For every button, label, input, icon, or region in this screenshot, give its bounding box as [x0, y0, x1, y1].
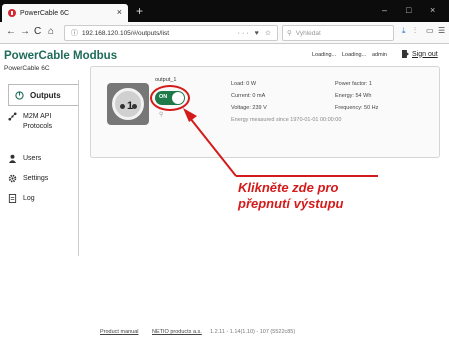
- url-text: 192.168.120.105/#/outputs/list: [82, 29, 170, 37]
- reload-button[interactable]: C: [34, 26, 41, 37]
- power-factor-value: Power factor: 1: [335, 81, 372, 87]
- annotation-line-2: přepnutí výstupu: [238, 196, 344, 211]
- socket-icon[interactable]: 1: [107, 83, 149, 125]
- power-icon: [15, 90, 24, 100]
- version-info: 1.2.11 - 1.14(1.10) - 107 (5522c85): [210, 329, 296, 335]
- home-button[interactable]: ⌂: [48, 26, 54, 37]
- maximize-button[interactable]: □: [406, 5, 411, 15]
- nodes-icon: [8, 112, 17, 121]
- browser-tab[interactable]: PowerCable 6C ×: [2, 4, 128, 22]
- product-manual-link[interactable]: Product manual: [100, 329, 139, 335]
- sidebar-item-log[interactable]: Log: [8, 194, 80, 203]
- menu-icon[interactable]: ☰: [438, 26, 445, 35]
- sidebar-item-outputs[interactable]: Outputs: [8, 84, 78, 106]
- annotation-line-1: Klikněte zde pro: [238, 180, 339, 195]
- navigation-bar: ← → C ⌂ ⓘ 192.168.120.105/#/outputs/list…: [0, 22, 449, 44]
- sidebar-item-label: Settings: [23, 175, 49, 182]
- sign-out-label: Sign out: [412, 50, 438, 58]
- search-placeholder: Vyhledat: [295, 29, 321, 37]
- new-tab-button[interactable]: +: [136, 4, 143, 18]
- window-close-button[interactable]: ×: [430, 5, 435, 15]
- users-icon: [8, 154, 17, 163]
- sidebar: Outputs M2M API Protocols Users Settings…: [0, 80, 82, 320]
- current-value: Current: 0 mA: [231, 93, 266, 99]
- address-bar[interactable]: ⓘ 192.168.120.105/#/outputs/list ··· ♥ ☆: [64, 25, 278, 41]
- tab-close-button[interactable]: ×: [117, 7, 122, 17]
- device-model: PowerCable 6C: [4, 65, 50, 72]
- search-input[interactable]: ⚲ Vyhledat: [282, 25, 394, 41]
- sign-out-icon: [402, 50, 409, 58]
- tab-strip: PowerCable 6C × + – □ ×: [0, 0, 449, 22]
- brand-title: PowerCable Modbus: [4, 50, 118, 62]
- frequency-value: Frequency: 50 Hz: [335, 105, 379, 111]
- forward-button[interactable]: →: [20, 26, 30, 37]
- tab-title: PowerCable 6C: [20, 9, 70, 17]
- output-name: output_1: [155, 77, 177, 83]
- socket-number: 1: [127, 100, 134, 112]
- sidebar-item-m2m-api[interactable]: M2M API Protocols: [8, 112, 80, 132]
- sidebar-item-settings[interactable]: Settings: [8, 174, 80, 183]
- schedule-icon[interactable]: ⚲: [159, 111, 163, 118]
- highlight-ring: [150, 85, 190, 111]
- sidebar-item-label: M2M API Protocols: [23, 113, 53, 130]
- sidebar-item-label: Users: [23, 155, 42, 162]
- download-icon[interactable]: ⤓: [402, 26, 406, 36]
- energy-value: Energy: 54 Wh: [335, 93, 372, 99]
- back-button[interactable]: ←: [6, 26, 16, 37]
- app-page: PowerCable Modbus PowerCable 6C Loading.…: [0, 44, 449, 345]
- power-favicon-icon: [8, 9, 16, 17]
- library-icon[interactable]: ⫶: [414, 26, 416, 36]
- sidebar-icon[interactable]: ▭: [426, 26, 434, 35]
- annotation-text: Klikněte zde pro přepnutí výstupu: [238, 180, 378, 212]
- voltage-value: Voltage: 239 V: [231, 105, 267, 111]
- sign-out-link[interactable]: Sign out: [402, 50, 438, 58]
- sidebar-item-label: Outputs: [30, 90, 61, 100]
- browser-window: PowerCable 6C × + – □ × ← → C ⌂ ⓘ 192.16…: [0, 0, 449, 345]
- document-icon: [8, 194, 17, 203]
- header-status-1: Loading...: [312, 52, 337, 58]
- socket-face: 1: [112, 88, 144, 120]
- info-icon[interactable]: ⓘ: [71, 28, 78, 38]
- socket-pin: [120, 104, 125, 109]
- page-actions[interactable]: ··· ♥ ☆: [238, 29, 273, 37]
- output-card: 1 output_1 ON ⚲ Load: 0 W Current: 0 mA …: [90, 66, 440, 158]
- minimize-button[interactable]: –: [382, 5, 387, 15]
- gear-icon: [8, 174, 17, 183]
- sidebar-item-users[interactable]: Users: [8, 154, 80, 163]
- energy-since: Energy measured since 1970-01-01 00:00:0…: [231, 117, 342, 123]
- search-icon: ⚲: [287, 30, 292, 37]
- header-status-2: Loading...: [342, 52, 367, 58]
- user-name: admin: [372, 52, 387, 58]
- company-link[interactable]: NETIO products a.s.: [152, 329, 202, 335]
- sidebar-item-label: Log: [23, 195, 35, 202]
- load-value: Load: 0 W: [231, 81, 257, 87]
